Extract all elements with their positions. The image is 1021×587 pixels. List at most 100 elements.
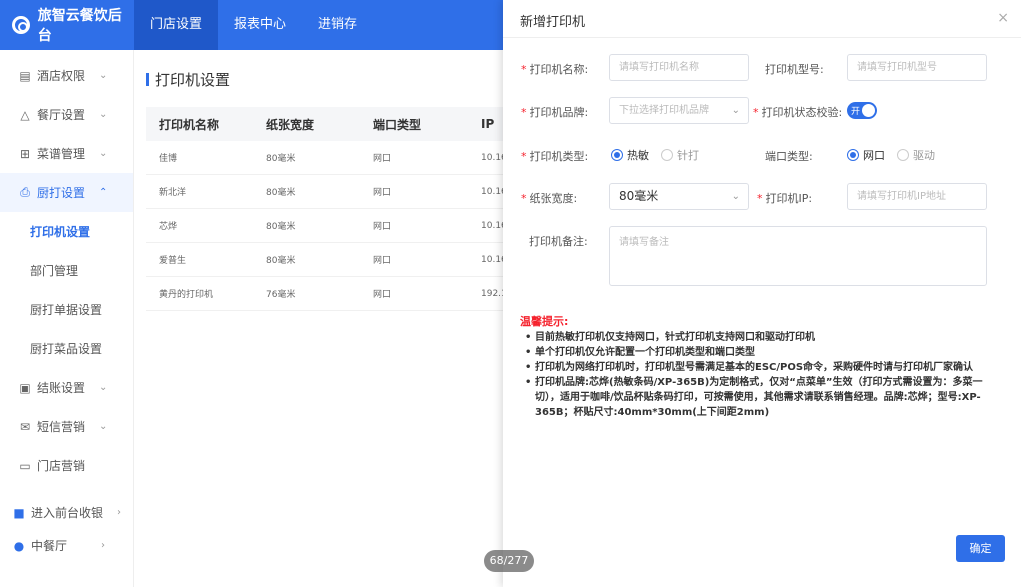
printer-brand-label: * 打印机品牌:	[521, 106, 589, 119]
sidebar: ▤ 酒店权限 ⌄ △ 餐厅设置 ⌄ ⊞ 菜谱管理 ⌄ ⎙ 厨打设置 ⌃ 打印机设…	[0, 50, 134, 587]
table-row[interactable]: 新北洋 80毫米 网口 10.16	[146, 175, 534, 209]
sidebar-item-checkout-settings[interactable]: ▣ 结账设置 ⌄	[0, 368, 133, 407]
sidebar-item-kitchen-print[interactable]: ⎙ 厨打设置 ⌃	[0, 173, 133, 212]
col-header-name: 打印机名称	[159, 117, 220, 132]
printer-ip-input[interactable]: 请填写打印机IP地址	[847, 183, 987, 210]
chevron-down-icon: ⌄	[99, 421, 108, 432]
sidebar-item-label: 菜谱管理	[37, 147, 86, 161]
printer-settings-card: 打印机设置 打印机名称 纸张宽度 端口类型 IP 佳博 80毫米 网口 10.1…	[134, 50, 534, 587]
sidebar-item-label: 中餐厅	[31, 539, 68, 553]
port-type-driver-radio[interactable]: 驱动	[897, 147, 935, 163]
cell-name: 佳博	[159, 154, 178, 164]
tips-title: 温馨提示:	[520, 315, 569, 328]
drawer-header: 新增打印机 ×	[503, 0, 1021, 38]
sidebar-subitem-department[interactable]: 部门管理	[0, 251, 133, 290]
brand[interactable]: 旅智云餐饮后台	[0, 0, 134, 50]
printer-type-dot-matrix-radio[interactable]: 针打	[661, 147, 699, 163]
sidebar-item-store-marketing[interactable]: ▭ 门店营销	[0, 446, 133, 485]
radio-unchecked-icon	[661, 149, 673, 161]
printer-ip-label: * 打印机IP:	[757, 192, 813, 205]
port-type-label: 端口类型:	[765, 150, 813, 163]
port-type-network-radio[interactable]: 网口	[847, 147, 885, 163]
paper-width-value: 80毫米	[619, 189, 659, 203]
printer-brand-select[interactable]: 下拉选择打印机品牌 ⌄	[609, 97, 749, 124]
sidebar-item-label: 门店营销	[37, 459, 86, 473]
topnav-inventory[interactable]: 进销存	[302, 0, 373, 50]
radio-checked-icon	[847, 149, 859, 161]
printer-type-thermal-radio[interactable]: 热敏	[611, 147, 649, 163]
sidebar-item-label: 厨打设置	[37, 186, 86, 200]
printer-type-label: * 打印机类型:	[521, 150, 589, 163]
sidebar-item-label: 进入前台收银	[31, 506, 104, 520]
remark-textarea[interactable]: 请填写备注	[609, 226, 987, 286]
cashier-icon: ■	[13, 505, 25, 520]
table-row[interactable]: 爱普生 80毫米 网口 10.16	[146, 243, 534, 277]
hotel-permission-icon: ▤	[19, 68, 31, 83]
col-header-port-type: 端口类型	[373, 117, 422, 132]
cell-name: 芯烨	[159, 222, 178, 232]
cell-name: 黄丹的打印机	[159, 290, 214, 300]
sidebar-subitem-kitchen-receipt[interactable]: 厨打单据设置	[0, 290, 133, 329]
sidebar-item-label: 酒店权限	[37, 69, 86, 83]
chevron-down-icon: ⌄	[731, 105, 740, 116]
table-row[interactable]: 佳博 80毫米 网口 10.16	[146, 141, 534, 175]
paper-width-label: * 纸张宽度:	[521, 192, 578, 205]
kitchen-print-icon: ⎙	[20, 185, 30, 199]
checkout-icon: ▣	[19, 380, 31, 395]
sidebar-item-restaurant-settings[interactable]: △ 餐厅设置 ⌄	[0, 95, 133, 134]
status-check-toggle[interactable]: 开	[847, 102, 877, 119]
page-title: 打印机设置	[146, 69, 230, 90]
printer-brand-placeholder: 下拉选择打印机品牌	[619, 105, 709, 116]
cell-port-type: 网口	[373, 256, 392, 266]
tip-item: 打印机品牌:芯烨(热敏条码/XP-365B)为定制格式，仅对“点菜单”生效（打印…	[525, 375, 995, 420]
cell-name: 新北洋	[159, 188, 187, 198]
chevron-up-icon: ⌃	[99, 187, 108, 198]
close-icon[interactable]: ×	[997, 10, 1009, 26]
status-check-label: * 打印机状态校验:	[753, 106, 843, 119]
printer-type-radio-group: 热敏 针打	[611, 147, 711, 163]
cell-port-type: 网口	[373, 188, 392, 198]
radio-unchecked-icon	[897, 149, 909, 161]
tips-list: 目前热敏打印机仅支持网口，针式打印机支持网口和驱动打印机 单个打印机仅允许配置一…	[525, 330, 995, 420]
chevron-down-icon: ⌄	[99, 70, 108, 81]
cell-port-type: 网口	[373, 290, 392, 300]
table-row[interactable]: 黄丹的打印机 76毫米 网口 192.1	[146, 277, 534, 311]
chevron-right-icon: ›	[117, 507, 122, 518]
chevron-down-icon: ⌄	[731, 191, 740, 202]
topnav-report-center[interactable]: 报表中心	[218, 0, 302, 50]
sidebar-subitem-kitchen-dishes[interactable]: 厨打菜品设置	[0, 329, 133, 368]
cell-paper-width: 80毫米	[266, 222, 296, 232]
sidebar-item-label: 结账设置	[37, 381, 86, 395]
confirm-button[interactable]: 确定	[956, 535, 1005, 562]
chevron-down-icon: ⌄	[99, 148, 108, 159]
cell-paper-width: 80毫米	[266, 188, 296, 198]
store-marketing-icon: ▭	[19, 458, 31, 473]
printer-model-input[interactable]: 请填写打印机型号	[847, 54, 987, 81]
radio-checked-icon	[611, 149, 623, 161]
sidebar-subitem-printer-settings[interactable]: 打印机设置	[0, 212, 133, 251]
toggle-knob	[862, 104, 875, 117]
sms-icon: ✉	[19, 419, 31, 434]
chevron-right-icon: ›	[101, 540, 106, 551]
sidebar-item-sms-marketing[interactable]: ✉ 短信营销 ⌄	[0, 407, 133, 446]
sidebar-item-hotel-permission[interactable]: ▤ 酒店权限 ⌄	[0, 56, 133, 95]
cell-name: 爱普生	[159, 256, 187, 266]
col-header-paper-width: 纸张宽度	[266, 117, 315, 132]
location-pin-icon: ●	[13, 538, 25, 553]
cell-paper-width: 80毫米	[266, 256, 296, 266]
sidebar-item-menu-management[interactable]: ⊞ 菜谱管理 ⌄	[0, 134, 133, 173]
cell-paper-width: 80毫米	[266, 154, 296, 164]
page-counter: 68/277	[484, 550, 534, 572]
table-row[interactable]: 芯烨 80毫米 网口 10.16	[146, 209, 534, 243]
printer-table: 打印机名称 纸张宽度 端口类型 IP 佳博 80毫米 网口 10.16 新北洋 …	[146, 107, 534, 311]
sidebar-item-label: 短信营销	[37, 420, 86, 434]
brand-logo-icon	[12, 16, 30, 34]
top-nav: 门店设置 报表中心 进销存	[134, 0, 373, 50]
printer-name-input[interactable]: 请填写打印机名称	[609, 54, 749, 81]
add-printer-drawer: 新增打印机 × * 打印机名称: 请填写打印机名称 打印机型号: 请填写打印机型号…	[503, 0, 1021, 587]
sidebar-item-label: 餐厅设置	[37, 108, 86, 122]
paper-width-select[interactable]: 80毫米 ⌄	[609, 183, 749, 210]
cell-port-type: 网口	[373, 222, 392, 232]
sidebar-item-restaurant-switch[interactable]: ● 中餐厅 ›	[0, 526, 133, 565]
topnav-store-settings[interactable]: 门店设置	[134, 0, 219, 50]
